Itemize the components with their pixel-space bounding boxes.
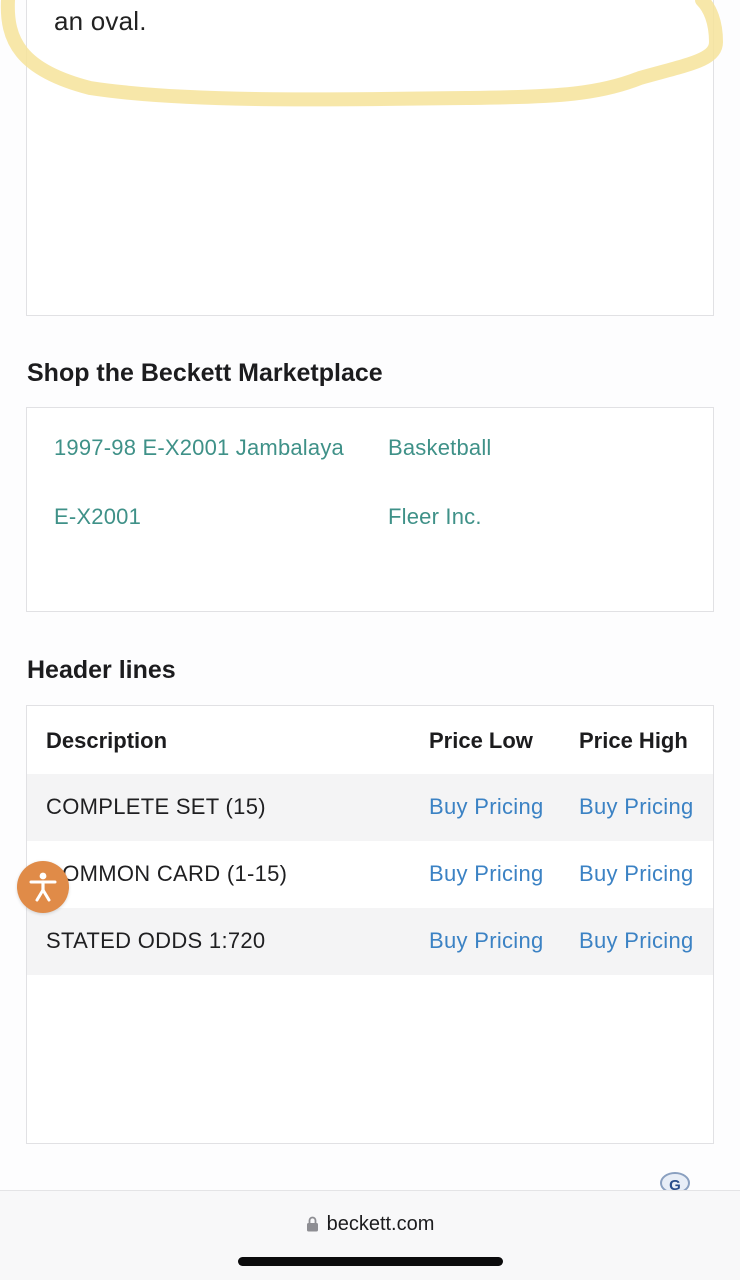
marketplace-link-set[interactable]: 1997-98 E-X2001 Jambalaya (54, 435, 344, 461)
marketplace-title: Shop the Beckett Marketplace (27, 359, 383, 387)
accessibility-button[interactable] (17, 861, 69, 913)
row-description: COMPLETE SET (15) (46, 794, 266, 819)
marketplace-card: 1997-98 E-X2001 Jambalaya Basketball E-X… (26, 407, 714, 612)
buy-pricing-low-link[interactable]: Buy Pricing (429, 928, 544, 954)
description-card (26, 0, 714, 316)
column-header-description: Description (46, 728, 168, 753)
buy-pricing-high-link[interactable]: Buy Pricing (579, 928, 694, 954)
table-row: STATED ODDS 1:720 Buy Pricing Buy Pricin… (27, 908, 713, 975)
row-description: STATED ODDS 1:720 (46, 928, 266, 953)
url-display[interactable]: beckett.com (0, 1213, 740, 1236)
description-text: an oval. (54, 6, 147, 36)
row-description: COMMON CARD (1-15) (46, 861, 288, 886)
buy-pricing-low-link[interactable]: Buy Pricing (429, 861, 544, 887)
marketplace-link-brand[interactable]: E-X2001 (54, 504, 141, 530)
buy-pricing-high-link[interactable]: Buy Pricing (579, 794, 694, 820)
buy-pricing-low-link[interactable]: Buy Pricing (429, 794, 544, 820)
buy-pricing-high-link[interactable]: Buy Pricing (579, 861, 694, 887)
url-text: beckett.com (326, 1213, 435, 1235)
header-lines-table: Description Price Low Price High COMPLET… (26, 705, 714, 1144)
table-row: COMPLETE SET (15) Buy Pricing Buy Pricin… (27, 774, 713, 841)
table-row: COMMON CARD (1-15) Buy Pricing Buy Prici… (27, 841, 713, 908)
page: an oval. Shop the Beckett Marketplace 19… (0, 0, 740, 1280)
accessibility-icon (29, 872, 57, 902)
lock-icon (306, 1216, 318, 1232)
column-header-price-low: Price Low (429, 728, 533, 753)
header-lines-title: Header lines (27, 656, 176, 684)
column-header-price-high: Price High (579, 728, 688, 753)
marketplace-link-manufacturer[interactable]: Fleer Inc. (388, 504, 482, 530)
browser-address-bar[interactable]: beckett.com (0, 1190, 740, 1280)
marketplace-link-sport[interactable]: Basketball (388, 435, 492, 461)
home-indicator[interactable] (238, 1257, 503, 1266)
